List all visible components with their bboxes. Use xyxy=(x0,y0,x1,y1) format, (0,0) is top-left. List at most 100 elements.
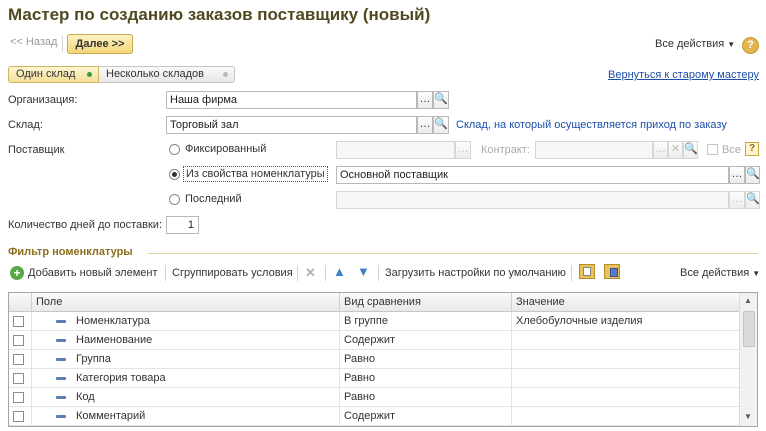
load-defaults-button[interactable]: Загрузить настройки по умолчанию xyxy=(385,267,566,279)
row-value[interactable] xyxy=(512,350,740,369)
supplier-label: Поставщик xyxy=(8,144,65,156)
row-check-cell xyxy=(9,369,32,388)
all-contracts-checkbox[interactable] xyxy=(707,144,718,155)
radio-fixed[interactable] xyxy=(169,144,180,155)
last-supplier-select-button[interactable]: … xyxy=(729,191,745,209)
header-value[interactable]: Значение xyxy=(512,293,740,311)
row-field: Группа xyxy=(32,350,340,369)
contract-select-button[interactable]: … xyxy=(653,141,668,159)
org-search-icon[interactable]: 🔍 xyxy=(433,91,449,109)
contract-input[interactable] xyxy=(535,141,653,159)
scroll-thumb[interactable] xyxy=(743,311,755,347)
table-row[interactable]: Группа Равно xyxy=(9,350,740,369)
days-input[interactable]: 1 xyxy=(166,216,199,234)
row-checkbox[interactable] xyxy=(13,354,24,365)
row-comparison[interactable]: Содержит xyxy=(340,407,512,426)
field-icon xyxy=(56,377,66,380)
from-item-input[interactable]: Основной поставщик xyxy=(336,166,729,184)
row-checkbox[interactable] xyxy=(13,335,24,346)
table-scrollbar[interactable]: ▲ ▼ xyxy=(739,293,757,426)
row-check-cell xyxy=(9,407,32,426)
row-checkbox[interactable] xyxy=(13,411,24,422)
mode-single-warehouse[interactable]: Один склад xyxy=(8,66,99,83)
contract-search-icon[interactable]: 🔍 xyxy=(683,141,698,159)
scroll-up-icon[interactable]: ▲ xyxy=(742,294,754,308)
row-value[interactable]: Хлебобулочные изделия xyxy=(512,312,740,331)
paste-settings-icon[interactable] xyxy=(604,264,620,279)
field-icon xyxy=(56,396,66,399)
last-supplier-search-icon[interactable]: 🔍 xyxy=(745,191,760,209)
back-button[interactable]: << Назад xyxy=(10,36,57,48)
filter-all-actions-menu[interactable]: Все действия ▼ xyxy=(680,267,760,279)
row-value[interactable] xyxy=(512,369,740,388)
help-icon[interactable]: ? xyxy=(745,142,759,156)
org-select-button[interactable]: … xyxy=(417,91,433,109)
header-check-column xyxy=(9,293,32,311)
all-actions-label: Все действия xyxy=(655,38,725,50)
field-icon xyxy=(56,358,66,361)
warehouse-input[interactable]: Торговый зал xyxy=(166,116,417,134)
contract-clear-icon[interactable]: ✕ xyxy=(668,141,683,159)
table-row[interactable]: Номенклатура В группе Хлебобулочные изде… xyxy=(9,312,740,331)
table-row[interactable]: Наименование Содержит xyxy=(9,331,740,350)
table-row[interactable]: Код Равно xyxy=(9,388,740,407)
radio-fixed-label: Фиксированный xyxy=(185,143,267,155)
row-comparison[interactable]: Равно xyxy=(340,369,512,388)
chevron-down-icon: ▼ xyxy=(727,40,736,49)
copy-settings-icon-sheet xyxy=(583,267,591,276)
add-icon[interactable]: + xyxy=(10,266,24,280)
row-field-text: Группа xyxy=(76,353,111,365)
inactive-dot-icon xyxy=(223,72,228,77)
last-supplier-input[interactable] xyxy=(336,191,729,209)
delete-icon[interactable]: ✕ xyxy=(305,265,316,281)
header-field[interactable]: Поле xyxy=(32,293,340,311)
radio-last[interactable] xyxy=(169,194,180,205)
table-row[interactable]: Комментарий Содержит xyxy=(9,407,740,426)
move-up-icon[interactable]: ▲ xyxy=(333,264,346,279)
toolbar-divider xyxy=(571,265,572,281)
fixed-supplier-input[interactable] xyxy=(336,141,455,159)
all-actions-menu[interactable]: Все действия ▼ xyxy=(655,38,735,50)
row-field: Комментарий xyxy=(32,407,340,426)
row-value[interactable] xyxy=(512,388,740,407)
scroll-down-icon[interactable]: ▼ xyxy=(742,410,754,424)
old-wizard-link[interactable]: Вернуться к старому мастеру xyxy=(608,69,759,81)
warehouse-select-button[interactable]: … xyxy=(417,116,433,134)
help-icon[interactable]: ? xyxy=(742,37,759,54)
row-checkbox[interactable] xyxy=(13,373,24,384)
field-icon xyxy=(56,415,66,418)
row-value[interactable] xyxy=(512,331,740,350)
radio-from-item[interactable] xyxy=(169,169,180,180)
row-checkbox[interactable] xyxy=(13,316,24,327)
from-item-select-button[interactable]: … xyxy=(729,166,745,184)
row-comparison[interactable]: Равно xyxy=(340,350,512,369)
fixed-supplier-select-button[interactable]: … xyxy=(455,141,471,159)
table-header: Поле Вид сравнения Значение xyxy=(9,293,740,312)
group-conditions-button[interactable]: Сгруппировать условия xyxy=(172,267,293,279)
from-item-search-icon[interactable]: 🔍 xyxy=(745,166,760,184)
move-down-icon[interactable]: ▼ xyxy=(357,264,370,279)
chevron-down-icon: ▼ xyxy=(752,269,761,278)
add-element-button[interactable]: Добавить новый элемент xyxy=(28,267,158,279)
row-check-cell xyxy=(9,331,32,350)
row-comparison[interactable]: В группе xyxy=(340,312,512,331)
table-row[interactable]: Категория товара Равно xyxy=(9,369,740,388)
row-checkbox[interactable] xyxy=(13,392,24,403)
org-label: Организация: xyxy=(8,94,78,106)
radio-last-label: Последний xyxy=(185,193,242,205)
mode-multi-warehouse[interactable]: Несколько складов xyxy=(99,66,235,83)
radio-selected-dot xyxy=(172,172,177,177)
toolbar-divider xyxy=(297,265,298,281)
warehouse-search-icon[interactable]: 🔍 xyxy=(433,116,449,134)
org-input[interactable]: Наша фирма xyxy=(166,91,417,109)
row-value[interactable] xyxy=(512,407,740,426)
row-comparison[interactable]: Содержит xyxy=(340,331,512,350)
row-field-text: Код xyxy=(76,391,95,403)
next-button[interactable]: Далее >> xyxy=(67,34,133,54)
section-divider xyxy=(148,253,758,254)
copy-settings-icon[interactable] xyxy=(579,264,595,279)
warehouse-label: Склад: xyxy=(8,119,43,131)
header-comparison[interactable]: Вид сравнения xyxy=(340,293,512,311)
row-comparison[interactable]: Равно xyxy=(340,388,512,407)
days-label: Количество дней до поставки: xyxy=(8,219,162,231)
